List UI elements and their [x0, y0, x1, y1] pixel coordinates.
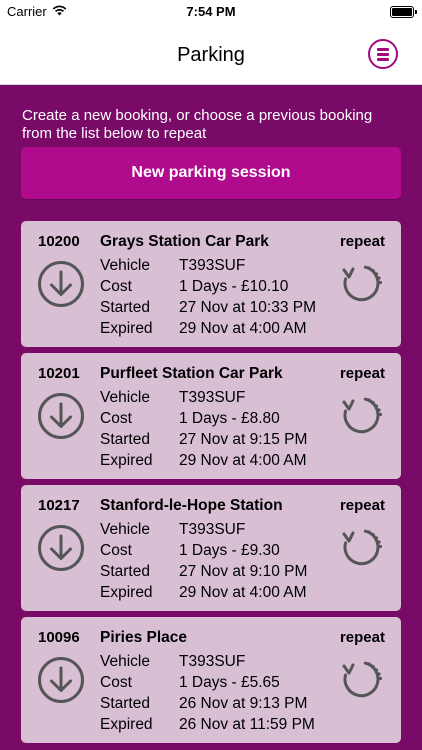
started-value: 27 Nov at 10:33 PM	[179, 299, 316, 316]
car-park-name: Grays Station Car Park	[100, 233, 269, 250]
vehicle-value: T393SUF	[179, 389, 246, 406]
status-time: 7:54 PM	[186, 4, 236, 19]
vehicle-value: T393SUF	[179, 521, 246, 538]
cost-label: Cost	[100, 674, 132, 691]
car-park-name: Piries Place	[100, 629, 188, 646]
vehicle-label: Vehicle	[100, 257, 150, 274]
started-value: 26 Nov at 9:13 PM	[179, 695, 308, 712]
booking-card[interactable]: 10096 Piries Place repeat Vehicle T393SUF…	[21, 617, 401, 743]
cost-value: 1 Days - £8.80	[179, 410, 280, 427]
cost-value: 1 Days - £5.65	[179, 674, 280, 691]
vehicle-value: T393SUF	[179, 653, 246, 670]
started-value: 27 Nov at 9:10 PM	[179, 563, 308, 580]
expired-value: 29 Nov at 4:00 AM	[179, 584, 307, 601]
started-label: Started	[100, 299, 150, 316]
cost-label: Cost	[100, 278, 132, 295]
car-park-name: Stanford-le-Hope Station	[100, 497, 283, 514]
repeat-label[interactable]: repeat	[340, 233, 385, 250]
download-icon[interactable]	[37, 260, 85, 308]
expired-value: 26 Nov at 11:59 PM	[179, 716, 315, 733]
status-bar: Carrier 7:54 PM	[0, 0, 422, 24]
booking-card[interactable]: 10201 Purfleet Station Car Park repeat V…	[21, 353, 401, 479]
repeat-label[interactable]: repeat	[340, 629, 385, 646]
download-icon[interactable]	[37, 656, 85, 704]
expired-value: 29 Nov at 4:00 AM	[179, 452, 307, 469]
cost-label: Cost	[100, 410, 132, 427]
expired-value: 29 Nov at 4:00 AM	[179, 320, 307, 337]
repeat-icon[interactable]	[336, 258, 386, 308]
page-title: Parking	[177, 44, 245, 66]
cost-value: 1 Days - £10.10	[179, 278, 289, 295]
car-park-name: Purfleet Station Car Park	[100, 365, 283, 382]
expired-label: Expired	[100, 452, 153, 469]
download-icon[interactable]	[37, 392, 85, 440]
nav-bar: Parking	[0, 24, 422, 85]
repeat-label[interactable]: repeat	[340, 497, 385, 514]
repeat-icon[interactable]	[336, 390, 386, 440]
started-label: Started	[100, 695, 150, 712]
repeat-label[interactable]: repeat	[340, 365, 385, 382]
vehicle-label: Vehicle	[100, 521, 150, 538]
expired-label: Expired	[100, 320, 153, 337]
booking-id: 10217	[38, 497, 80, 514]
vehicle-label: Vehicle	[100, 653, 150, 670]
booking-card[interactable]: 10200 Grays Station Car Park repeat Vehi…	[21, 221, 401, 347]
vehicle-value: T393SUF	[179, 257, 246, 274]
repeat-icon[interactable]	[336, 522, 386, 572]
booking-card[interactable]: 10217 Stanford-le-Hope Station repeat Ve…	[21, 485, 401, 611]
started-label: Started	[100, 563, 150, 580]
battery-icon	[390, 6, 417, 18]
vehicle-label: Vehicle	[100, 389, 150, 406]
download-icon[interactable]	[37, 524, 85, 572]
started-value: 27 Nov at 9:15 PM	[179, 431, 308, 448]
booking-id: 10096	[38, 629, 80, 646]
cost-value: 1 Days - £9.30	[179, 542, 280, 559]
cost-label: Cost	[100, 542, 132, 559]
expired-label: Expired	[100, 716, 153, 733]
booking-id: 10201	[38, 365, 80, 382]
new-parking-session-button[interactable]: New parking session	[21, 147, 401, 199]
intro-text: Create a new booking, or choose a previo…	[22, 107, 373, 142]
menu-button[interactable]	[368, 39, 398, 69]
expired-label: Expired	[100, 584, 153, 601]
started-label: Started	[100, 431, 150, 448]
repeat-icon[interactable]	[336, 654, 386, 704]
booking-id: 10200	[38, 233, 80, 250]
